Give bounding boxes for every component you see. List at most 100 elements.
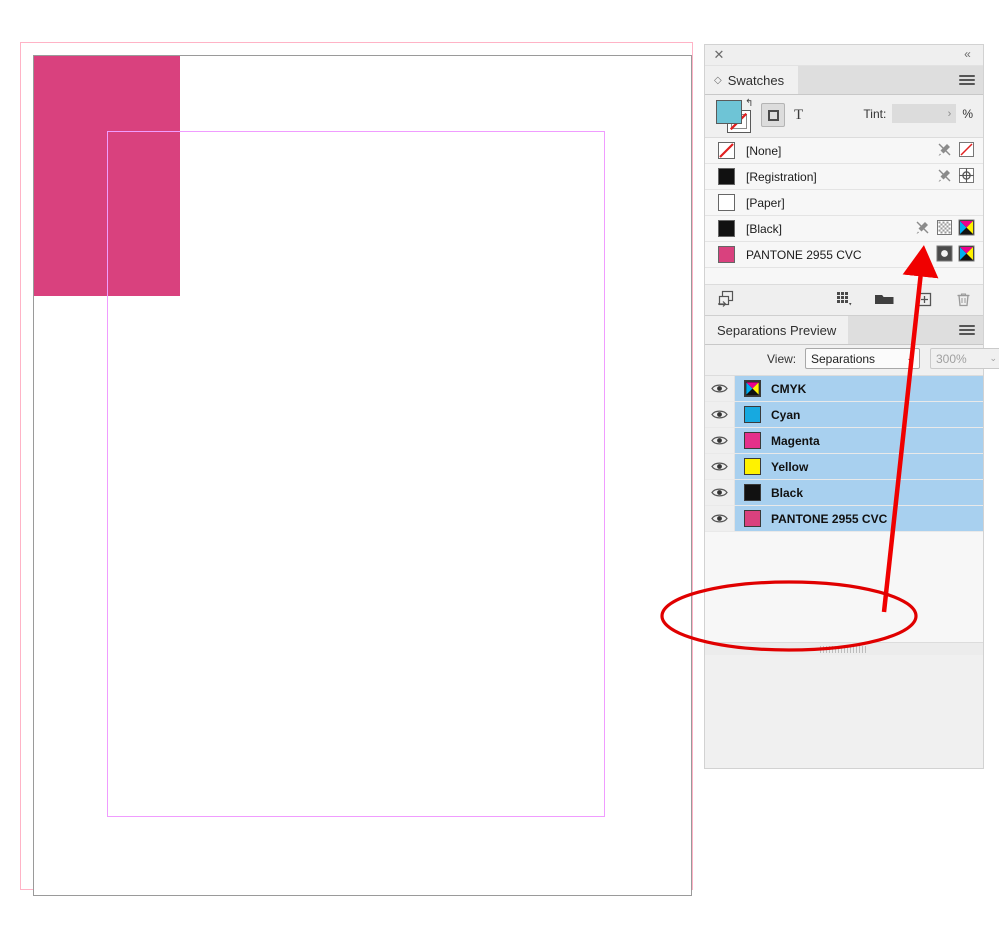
toggle-visibility-yellow[interactable] xyxy=(705,454,735,479)
separations-tabstrip: Separations Preview xyxy=(705,316,983,345)
separation-name: Yellow xyxy=(771,459,809,474)
new-color-group-icon xyxy=(837,292,852,306)
tab-separations-preview-label: Separations Preview xyxy=(717,322,837,338)
chevron-down-icon: ⌄ xyxy=(989,353,997,363)
swatch-row-paper[interactable]: [Paper] xyxy=(705,190,983,216)
toggle-visibility-black[interactable] xyxy=(705,480,735,505)
eye-icon xyxy=(711,462,728,471)
swatches-tabstrip: ◇ Swatches xyxy=(705,66,983,95)
formatting-affects-group: T xyxy=(761,103,803,127)
eyedropper-disabled-icon xyxy=(916,221,929,234)
swatches-panel: ◇ Swatches ↰ T Tint: › % [None] [Registr… xyxy=(705,66,983,315)
swatch-list[interactable]: [None] [Registration] [Paper] [Black] PA… xyxy=(705,138,983,289)
dock-topbar: ✕ « xyxy=(705,45,983,66)
show-all-swatches-button[interactable] xyxy=(717,290,736,314)
separation-row-magenta[interactable]: Magenta xyxy=(705,428,983,454)
delete-swatch-button[interactable] xyxy=(954,290,973,314)
tint-control: Tint: › % xyxy=(863,104,973,123)
separation-row-black[interactable]: Black xyxy=(705,480,983,506)
separation-row-cmyk[interactable]: CMYK xyxy=(705,376,983,402)
collapse-panel-icon[interactable]: « xyxy=(959,47,975,61)
tab-separations-preview[interactable]: Separations Preview xyxy=(705,316,849,344)
separation-name: Cyan xyxy=(771,407,801,422)
container-icon xyxy=(767,109,779,121)
swatch-indicator-icons xyxy=(936,167,975,184)
swatch-row-black[interactable]: [Black] xyxy=(705,216,983,242)
margin-guide xyxy=(107,131,605,817)
tab-swatches[interactable]: ◇ Swatches xyxy=(705,66,799,94)
registration-icon xyxy=(959,168,974,183)
eye-icon xyxy=(711,488,728,497)
swatch-name: [None] xyxy=(746,143,782,158)
swatch-indicator-icons xyxy=(914,219,975,236)
swatch-row-none[interactable]: [None] xyxy=(705,138,983,164)
view-label: View: xyxy=(767,352,797,366)
fill-swatch[interactable] xyxy=(716,100,742,124)
separation-chip-pantone xyxy=(744,510,761,527)
separation-chip-yellow xyxy=(744,458,761,475)
toggle-visibility-magenta[interactable] xyxy=(705,428,735,453)
cmyk-icon xyxy=(958,219,975,236)
tint-unit-label: % xyxy=(962,106,973,121)
new-swatch-button[interactable] xyxy=(915,290,934,314)
eyedropper-disabled-icon xyxy=(938,143,951,156)
swatch-row-pantone-2955-cvc[interactable]: PANTONE 2955 CVC xyxy=(705,242,983,268)
toggle-visibility-pantone[interactable] xyxy=(705,506,735,531)
separation-row-cyan[interactable]: Cyan xyxy=(705,402,983,428)
separation-name: Magenta xyxy=(771,433,820,448)
swatch-chip-black xyxy=(718,220,735,237)
separations-controls: View: Separations ⌄ 300% ⌄ xyxy=(705,345,999,376)
separations-panel-menu-icon[interactable] xyxy=(959,323,975,337)
separation-row-yellow[interactable]: Yellow xyxy=(705,454,983,480)
new-color-group-folder-icon xyxy=(875,295,894,304)
separation-chip-cyan xyxy=(744,406,761,423)
swatches-panel-menu-icon[interactable] xyxy=(959,73,975,87)
panel-resize-grip[interactable] xyxy=(705,642,983,655)
new-color-group-folder-button[interactable] xyxy=(874,290,895,314)
ink-limit-zoom-value: 300% xyxy=(936,351,967,366)
swatches-footer-actions xyxy=(835,290,973,314)
swatch-name: [Black] xyxy=(746,221,783,236)
separation-chip-black xyxy=(744,484,761,501)
spot-color-icon xyxy=(936,245,953,262)
eye-icon xyxy=(711,410,728,419)
swatches-footer-toolbar xyxy=(705,284,983,315)
tint-stepper-icon[interactable]: › xyxy=(948,108,952,120)
grip-bars-icon xyxy=(820,645,868,653)
tint-input[interactable]: › xyxy=(892,104,957,123)
separations-empty-area xyxy=(705,532,983,642)
tint-label: Tint: xyxy=(863,106,887,121)
new-color-group-button[interactable] xyxy=(835,290,854,314)
swatch-row-registration[interactable]: [Registration] xyxy=(705,164,983,190)
cmyk-icon xyxy=(958,245,975,262)
formatting-affects-text-button[interactable]: T xyxy=(794,107,803,124)
process-tint-icon xyxy=(937,220,952,235)
eye-icon xyxy=(711,436,728,445)
eyedropper-disabled-icon xyxy=(938,169,951,182)
tab-swatches-label: Swatches xyxy=(727,72,785,88)
fill-stroke-control[interactable]: ↰ xyxy=(716,98,754,134)
ink-limit-zoom-select[interactable]: 300% ⌄ xyxy=(930,348,999,369)
close-icon[interactable]: ✕ xyxy=(712,48,726,62)
separations-ink-list[interactable]: CMYK Cyan Magenta Yellow Black PANTONE 2… xyxy=(705,376,983,642)
swatch-chip-pantone xyxy=(718,246,735,263)
formatting-affects-container-button[interactable] xyxy=(761,103,785,127)
swap-fill-stroke-icon[interactable]: ↰ xyxy=(745,98,753,109)
document-canvas[interactable] xyxy=(0,0,704,926)
swatch-indicator-icons xyxy=(936,141,975,158)
eye-icon xyxy=(711,514,728,523)
separation-name: Black xyxy=(771,485,804,500)
swatch-name: PANTONE 2955 CVC xyxy=(746,247,862,262)
chevron-down-icon: ⌄ xyxy=(906,353,914,363)
separation-name: CMYK xyxy=(771,381,807,396)
swatch-chip-none xyxy=(718,142,735,159)
panel-dock: ✕ « ◇ Swatches ↰ T Tint: › % [None] [Reg… xyxy=(704,44,999,769)
separation-row-pantone-2955-cvc[interactable]: PANTONE 2955 CVC xyxy=(705,506,983,532)
view-mode-value: Separations xyxy=(811,351,876,366)
separation-chip-magenta xyxy=(744,432,761,449)
toggle-visibility-cmyk[interactable] xyxy=(705,376,735,401)
toggle-visibility-cyan[interactable] xyxy=(705,402,735,427)
show-all-swatches-icon xyxy=(718,290,734,307)
view-mode-select[interactable]: Separations ⌄ xyxy=(805,348,920,369)
separation-name: PANTONE 2955 CVC xyxy=(771,511,888,526)
